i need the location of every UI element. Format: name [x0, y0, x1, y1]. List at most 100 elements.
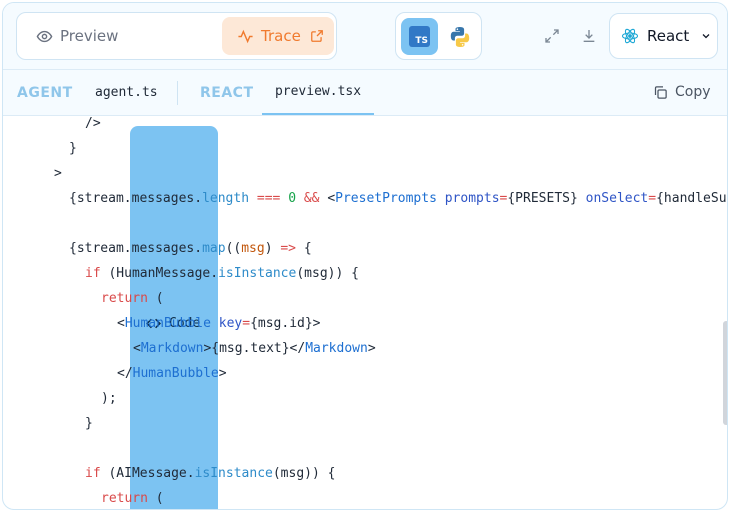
typescript-icon: TS: [409, 26, 430, 47]
code-viewer-panel: Preview Code Trace TS React AGENT agent.…: [2, 2, 728, 510]
code-token: =: [242, 316, 251, 331]
code-token: />: [85, 116, 101, 131]
code-line: }: [85, 416, 93, 436]
code-token: <: [327, 191, 336, 206]
code-token: {msg.id}>: [250, 316, 321, 331]
code-token: map: [202, 241, 226, 256]
framework-label: React: [647, 27, 690, 45]
chevron-down-icon: [697, 27, 715, 45]
activity-icon: [236, 27, 254, 45]
trace-tab-button[interactable]: Trace: [222, 17, 334, 55]
code-token: key: [210, 316, 243, 331]
tab-agent-file[interactable]: agent.ts: [81, 70, 172, 115]
code-token: PresetPrompts: [335, 191, 437, 206]
code-token: </: [117, 366, 133, 381]
code-token: (: [147, 491, 164, 506]
tab-preview-file-label: preview.tsx: [274, 84, 362, 99]
code-token: HumanBubble: [132, 366, 219, 381]
code-block: /> } > {stream.messages.length === 0 && …: [3, 116, 727, 509]
code-token: HumanBubble: [124, 316, 211, 331]
code-token: Markdown: [140, 341, 204, 356]
code-token: .: [194, 241, 203, 256]
external-link-icon: [308, 27, 326, 45]
copy-button[interactable]: Copy: [651, 83, 711, 101]
expand-icon[interactable]: [544, 28, 562, 46]
code-token: (HumanMessage.: [100, 266, 219, 281]
code-token: Markdown: [305, 341, 368, 356]
code-token: >: [54, 166, 62, 181]
code-token: isInstance: [218, 266, 297, 281]
code-line: />: [85, 116, 101, 136]
preview-tab-button[interactable]: Preview: [21, 17, 128, 55]
code-token: prompts: [436, 191, 500, 206]
code-token: msg: [241, 241, 265, 256]
code-token: }: [69, 141, 77, 156]
agent-group-label: AGENT: [17, 85, 73, 101]
code-token: 0: [288, 191, 297, 206]
code-token: .: [194, 191, 203, 206]
typescript-button[interactable]: TS: [401, 18, 438, 55]
code-token: {handleSu: [656, 191, 727, 206]
code-token: if: [85, 466, 101, 481]
code-line: >: [54, 166, 62, 186]
copy-icon: [651, 83, 669, 101]
code-token: length: [202, 191, 250, 206]
code-token: }: [85, 416, 93, 431]
code-token: <: [117, 316, 125, 331]
download-icon[interactable]: [581, 28, 599, 46]
code-line: {stream.messages.length === 0 && <Preset…: [69, 191, 727, 211]
top-toolbar: Preview Code Trace TS React: [3, 3, 727, 509]
language-switcher: TS: [395, 12, 482, 60]
code-token: <: [133, 341, 141, 356]
code-token: ): [264, 241, 281, 256]
code-token: messages: [131, 241, 195, 256]
code-token: {: [296, 241, 312, 256]
code-token: >{msg.text}</: [203, 341, 306, 356]
code-line: if (AIMessage.isInstance(msg)) {: [85, 466, 335, 486]
react-group-label: REACT: [200, 85, 254, 101]
code-token: return: [101, 491, 148, 506]
code-token: (: [147, 291, 164, 306]
file-tabs-bar: AGENT agent.ts REACT preview.tsx Copy: [3, 70, 727, 116]
code-token: messages: [131, 191, 195, 206]
code-token: (AIMessage.: [100, 466, 195, 481]
code-token: {stream.: [69, 191, 132, 206]
code-token: isInstance: [194, 466, 273, 481]
code-line: );: [101, 391, 117, 411]
eye-icon: [35, 27, 53, 45]
code-token: >: [367, 341, 376, 356]
tab-preview-file[interactable]: preview.tsx: [262, 70, 374, 115]
code-token: return: [101, 291, 148, 306]
copy-label: Copy: [675, 84, 711, 100]
framework-select[interactable]: React: [609, 13, 718, 59]
react-icon: [621, 27, 639, 45]
code-token: ((: [225, 241, 242, 256]
code-line: }: [69, 141, 77, 161]
tab-divider: [177, 81, 178, 105]
code-token: >: [218, 366, 227, 381]
code-token: );: [101, 391, 117, 406]
code-line: return (: [101, 291, 164, 311]
code-line: <Markdown>{msg.text}</Markdown>: [133, 341, 376, 361]
code-token: =: [648, 191, 657, 206]
vertical-scrollbar[interactable]: [723, 321, 727, 425]
code-token: &&: [296, 191, 328, 206]
code-line: if (HumanMessage.isInstance(msg)) {: [85, 266, 359, 286]
code-token: {PRESETS}: [507, 191, 578, 206]
code-token: (msg)) {: [296, 266, 359, 281]
view-mode-switcher: Preview Code Trace: [16, 12, 337, 509]
code-line: </HumanBubble>: [117, 366, 227, 386]
code-line: <HumanBubble key={msg.id}>: [117, 316, 321, 336]
code-token: =>: [280, 241, 297, 256]
trace-tab-label: Trace: [261, 27, 301, 45]
code-token: if: [85, 266, 101, 281]
python-button[interactable]: [443, 20, 476, 53]
code-token: ===: [249, 191, 289, 206]
code-token: (msg)) {: [272, 466, 336, 481]
code-token: onSelect: [577, 191, 649, 206]
code-token: {stream.: [69, 241, 132, 256]
preview-tab-label: Preview: [60, 27, 119, 45]
code-line: return (: [101, 491, 164, 509]
tab-agent-file-label: agent.ts: [95, 85, 158, 100]
code-line: {stream.messages.map((msg) => {: [69, 241, 312, 261]
